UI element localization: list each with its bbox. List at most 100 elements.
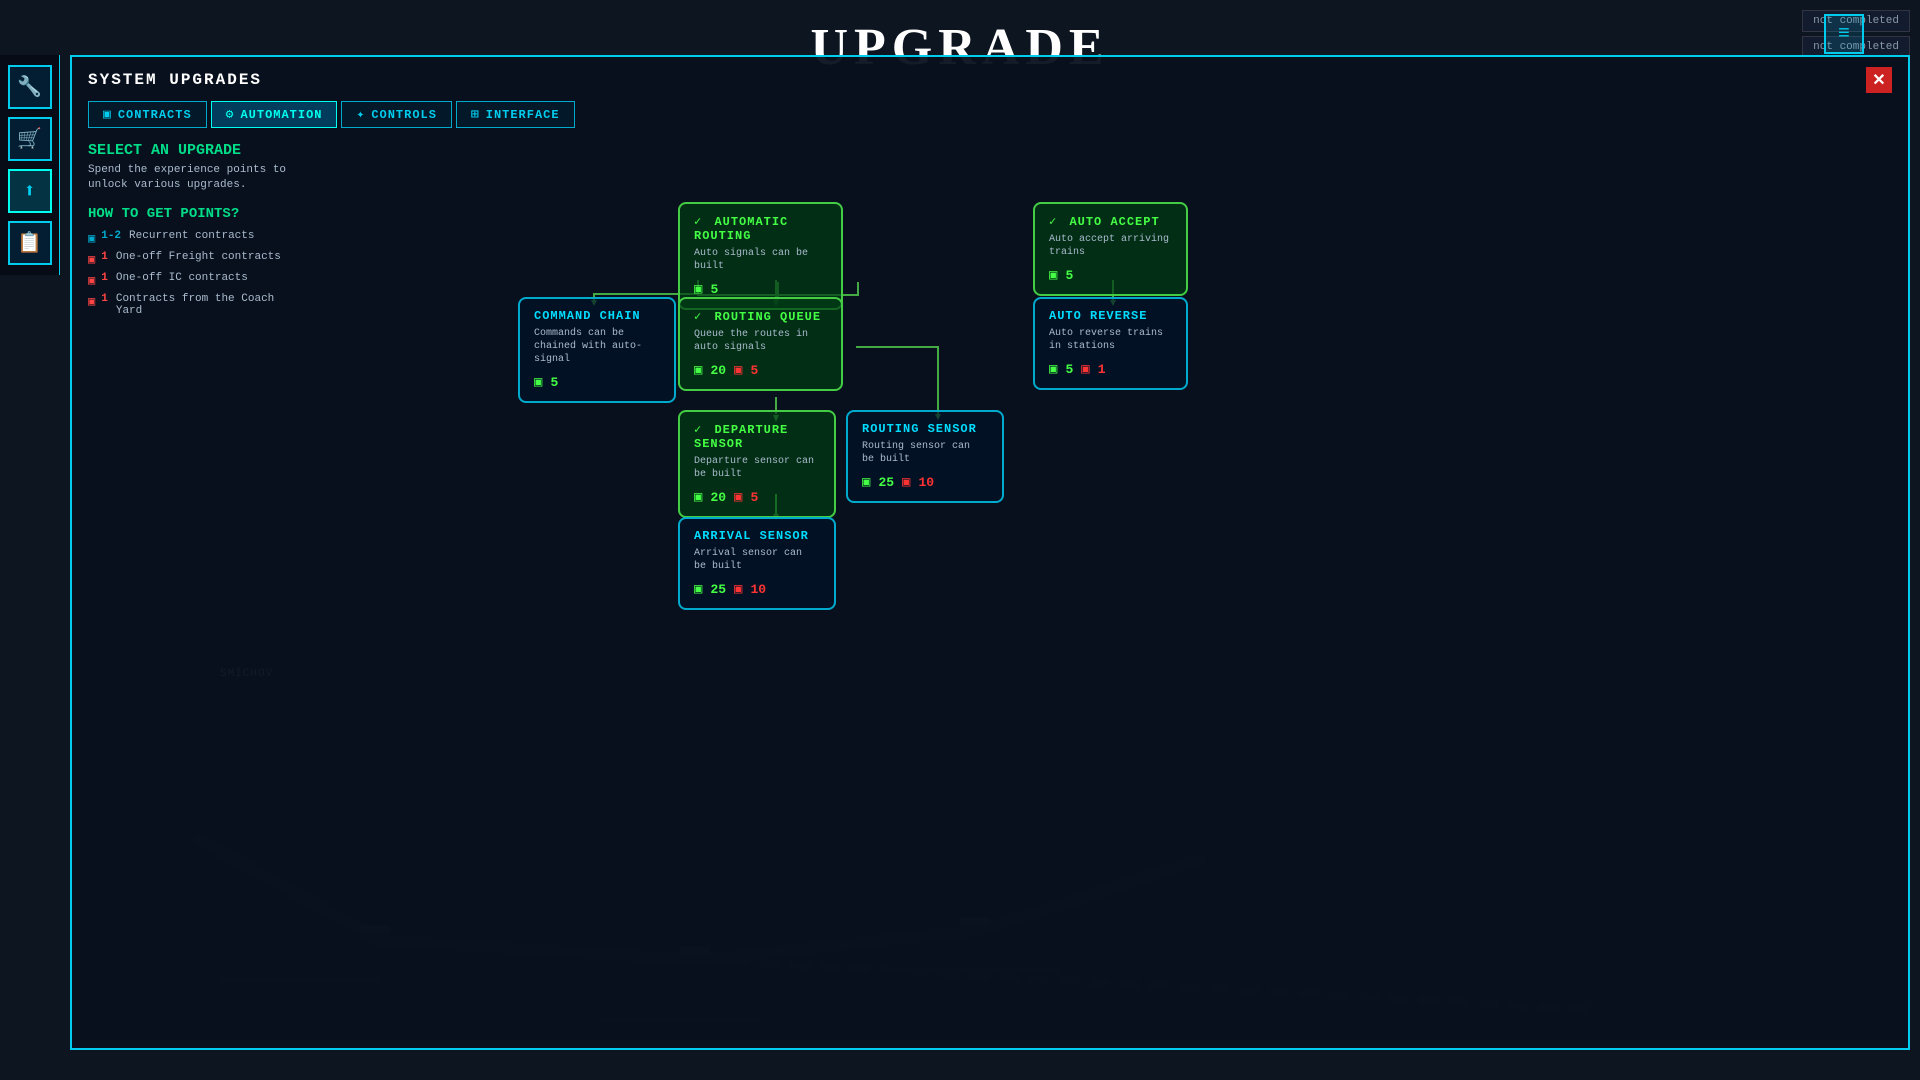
dialog-header: System Upgrades ✕ — [72, 57, 1908, 93]
sidebar-btn-wrench[interactable]: 🔧 — [8, 65, 52, 109]
node-auto-reverse[interactable]: Auto Reverse Auto reverse trains in stat… — [1033, 297, 1188, 390]
upgrade-tree: ✓ Automatic Routing Auto signals can be … — [308, 142, 1892, 1015]
point-desc-3: One-off IC contracts — [116, 272, 248, 284]
sidebar-btn-cart[interactable]: 🛒 — [8, 117, 52, 161]
node-auto-accept[interactable]: ✓ Auto Accept Auto accept arriving train… — [1033, 202, 1188, 296]
tab-automation[interactable]: ⚙ Automation — [211, 101, 338, 128]
auto-accept-cost-icon: ▣ — [1049, 267, 1057, 284]
how-to-title: How to get points? — [88, 206, 288, 222]
auto-reverse-icon1: ▣ — [1049, 361, 1057, 378]
tabs-bar: ▣ Contracts ⚙ Automation ✦ Controls ⊞ In… — [72, 93, 1908, 128]
auto-accept-cost-value: 5 — [1065, 268, 1073, 283]
node-arrival-sensor[interactable]: Arrival Sensor Arrival sensor can be bui… — [678, 517, 836, 610]
select-upgrade-desc: Spend the experience points to unlock va… — [88, 163, 288, 194]
departure-cost2: 5 — [750, 490, 758, 505]
arrival-sensor-costs: ▣ 25 ▣ 10 — [694, 581, 820, 598]
dialog-body: Select an upgrade Spend the experience p… — [72, 128, 1908, 1029]
routing-queue-icon1: ▣ — [694, 362, 702, 379]
controls-tab-label: Controls — [371, 108, 437, 122]
departure-sensor-desc: Departure sensor can be built — [694, 455, 820, 481]
auto-routing-desc: Auto signals can be built — [694, 247, 827, 273]
node-automatic-routing[interactable]: ✓ Automatic Routing Auto signals can be … — [678, 202, 843, 310]
point-icon-2: ▣ — [88, 252, 95, 267]
departure-sensor-costs: ▣ 20 ▣ 5 — [694, 489, 820, 506]
routing-sensor-cost1: 25 — [878, 475, 894, 490]
sidebar-btn-doc[interactable]: 📋 — [8, 221, 52, 265]
departure-icon2: ▣ — [734, 489, 742, 506]
arrival-sensor-cost2: 10 — [750, 582, 766, 597]
controls-tab-icon: ✦ — [356, 107, 365, 122]
command-chain-cost-icon: ▣ — [534, 374, 542, 391]
arrival-sensor-cost1: 25 — [710, 582, 726, 597]
command-chain-costs: ▣ 5 — [534, 374, 660, 391]
auto-accept-costs: ▣ 5 — [1049, 267, 1172, 284]
sidebar: 🔧 🛒 ⬆ 📋 — [0, 55, 60, 275]
point-item-2: ▣ 1 One-off Freight contracts — [88, 251, 288, 267]
auto-routing-check: ✓ — [694, 215, 702, 229]
arrival-sensor-desc: Arrival sensor can be built — [694, 547, 820, 573]
contracts-tab-icon: ▣ — [103, 107, 112, 122]
point-icon-4: ▣ — [88, 294, 95, 309]
point-desc-2: One-off Freight contracts — [116, 251, 281, 263]
point-range-3: 1 — [101, 272, 108, 284]
select-upgrade-title: Select an upgrade — [88, 142, 288, 159]
auto-accept-desc: Auto accept arriving trains — [1049, 233, 1172, 259]
auto-routing-title: Automatic Routing — [694, 215, 788, 243]
routing-queue-icon2: ▣ — [734, 362, 742, 379]
contracts-tab-label: Contracts — [118, 108, 192, 122]
routing-sensor-icon2: ▣ — [902, 474, 910, 491]
point-desc-1: Recurrent contracts — [129, 230, 254, 242]
point-item-1: ▣ 1-2 Recurrent contracts — [88, 230, 288, 246]
list-icon-button[interactable]: ≡ — [1824, 14, 1864, 54]
auto-reverse-icon2: ▣ — [1081, 361, 1089, 378]
tab-controls[interactable]: ✦ Controls — [341, 101, 451, 128]
left-panel: Select an upgrade Spend the experience p… — [88, 142, 288, 1015]
command-chain-desc: Commands can be chained with auto-signal — [534, 327, 660, 366]
point-desc-4: Contracts from the Coach Yard — [116, 293, 288, 317]
routing-sensor-costs: ▣ 25 ▣ 10 — [862, 474, 988, 491]
routing-queue-title: Routing Queue — [714, 310, 821, 324]
node-command-chain[interactable]: Command Chain Commands can be chained wi… — [518, 297, 676, 403]
tab-contracts[interactable]: ▣ Contracts — [88, 101, 207, 128]
automation-tab-label: Automation — [240, 108, 322, 122]
interface-tab-label: Interface — [486, 108, 560, 122]
close-button[interactable]: ✕ — [1866, 67, 1892, 93]
interface-tab-icon: ⊞ — [471, 107, 480, 122]
sidebar-btn-upgrade[interactable]: ⬆ — [8, 169, 52, 213]
auto-accept-check: ✓ — [1049, 215, 1057, 229]
automation-tab-icon: ⚙ — [226, 107, 235, 122]
auto-accept-title: Auto Accept — [1069, 215, 1159, 229]
auto-routing-cost-value: 5 — [710, 282, 718, 297]
routing-sensor-icon1: ▣ — [862, 474, 870, 491]
auto-reverse-costs: ▣ 5 ▣ 1 — [1049, 361, 1172, 378]
point-item-4: ▣ 1 Contracts from the Coach Yard — [88, 293, 288, 317]
departure-sensor-check: ✓ — [694, 423, 702, 437]
auto-reverse-cost2: 1 — [1098, 362, 1106, 377]
point-item-3: ▣ 1 One-off IC contracts — [88, 272, 288, 288]
point-range-1: 1-2 — [101, 230, 121, 242]
list-icon: ≡ — [1838, 23, 1850, 46]
routing-queue-desc: Queue the routes in auto signals — [694, 328, 827, 354]
command-chain-title: Command Chain — [534, 309, 660, 323]
node-departure-sensor[interactable]: ✓ Departure Sensor Departure sensor can … — [678, 410, 836, 518]
arrival-sensor-icon2: ▣ — [734, 581, 742, 598]
tab-interface[interactable]: ⊞ Interface — [456, 101, 575, 128]
auto-reverse-title: Auto Reverse — [1049, 309, 1172, 323]
auto-routing-cost-icon: ▣ — [694, 281, 702, 298]
departure-sensor-title: Departure Sensor — [694, 423, 788, 451]
main-dialog: System Upgrades ✕ ▣ Contracts ⚙ Automati… — [70, 55, 1910, 1050]
auto-reverse-cost1: 5 — [1065, 362, 1073, 377]
routing-queue-costs: ▣ 20 ▣ 5 — [694, 362, 827, 379]
point-icon-1: ▣ — [88, 231, 95, 246]
node-routing-queue[interactable]: ✓ Routing Queue Queue the routes in auto… — [678, 297, 843, 391]
routing-sensor-cost2: 10 — [918, 475, 934, 490]
point-range-2: 1 — [101, 251, 108, 263]
point-range-4: 1 — [101, 293, 108, 305]
departure-cost1: 20 — [710, 490, 726, 505]
node-routing-sensor[interactable]: Routing Sensor Routing sensor can be bui… — [846, 410, 1004, 503]
arrival-sensor-title: Arrival Sensor — [694, 529, 820, 543]
auto-routing-costs: ▣ 5 — [694, 281, 827, 298]
routing-queue-cost1: 20 — [710, 363, 726, 378]
dialog-title: System Upgrades — [88, 71, 262, 89]
routing-sensor-title: Routing Sensor — [862, 422, 988, 436]
